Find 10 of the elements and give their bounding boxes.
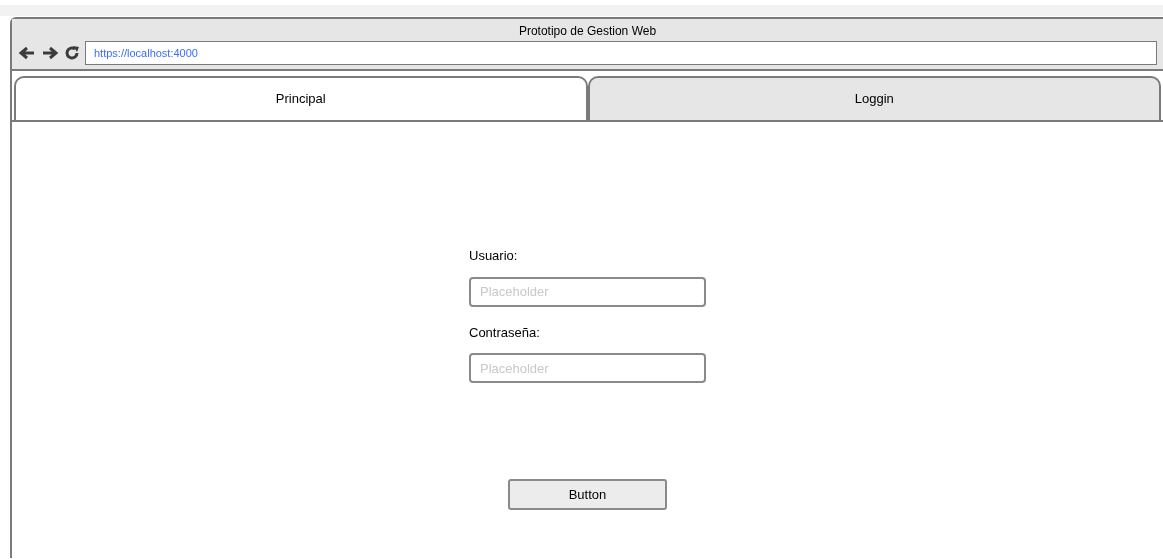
tab[interactable]: Principal — [14, 76, 588, 120]
address-field[interactable]: https://localhost:4000 — [85, 41, 1157, 65]
reload-icon[interactable] — [64, 45, 80, 61]
forward-icon[interactable] — [41, 46, 59, 60]
back-icon[interactable] — [18, 46, 36, 60]
submit-button[interactable]: Button — [508, 479, 667, 510]
window-title: Prototipo de Gestion Web — [517, 23, 658, 40]
field-label: Contraseña: — [469, 323, 541, 342]
tab[interactable]: Loggin — [587, 76, 1161, 120]
field-label: Usuario: — [469, 247, 519, 265]
